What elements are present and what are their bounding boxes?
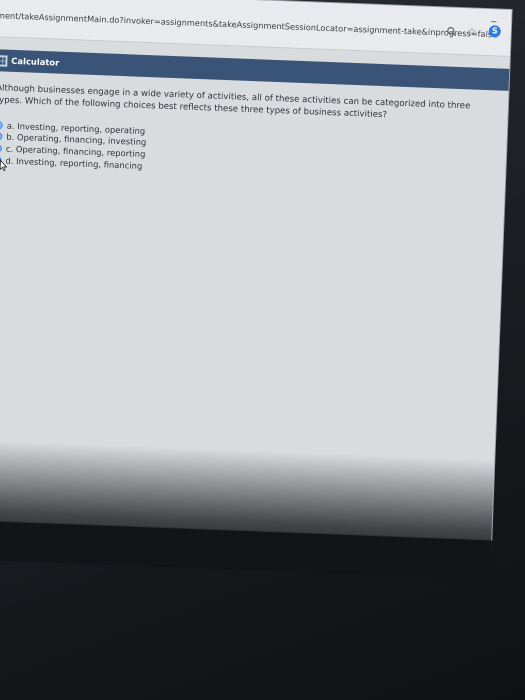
calculator-label: Calculator xyxy=(11,55,60,68)
radio-icon[interactable] xyxy=(0,144,3,153)
star-icon[interactable]: ☆ xyxy=(467,25,477,38)
browser-window: – ment/takeAssignmentMain.do?invoker=ass… xyxy=(0,0,512,580)
calculator-icon xyxy=(0,54,8,67)
radio-icon[interactable] xyxy=(0,121,3,130)
search-icon[interactable] xyxy=(447,26,457,37)
answer-options: a. Investing, reporting, operating b. Op… xyxy=(0,119,415,181)
question-text: Although businesses engage in a wide var… xyxy=(0,83,471,120)
extension-icon[interactable]: S xyxy=(488,25,502,38)
calculator-button[interactable]: Calculator xyxy=(0,53,60,69)
cursor-icon xyxy=(0,159,8,172)
address-bar-url[interactable]: ment/takeAssignmentMain.do?invoker=assig… xyxy=(0,10,497,39)
radio-icon[interactable] xyxy=(0,132,3,141)
photo-frame: – ment/takeAssignmentMain.do?invoker=ass… xyxy=(0,0,525,700)
assignment-toolbar: Calculator xyxy=(0,48,510,91)
screen-bezel-shadow xyxy=(0,439,495,580)
